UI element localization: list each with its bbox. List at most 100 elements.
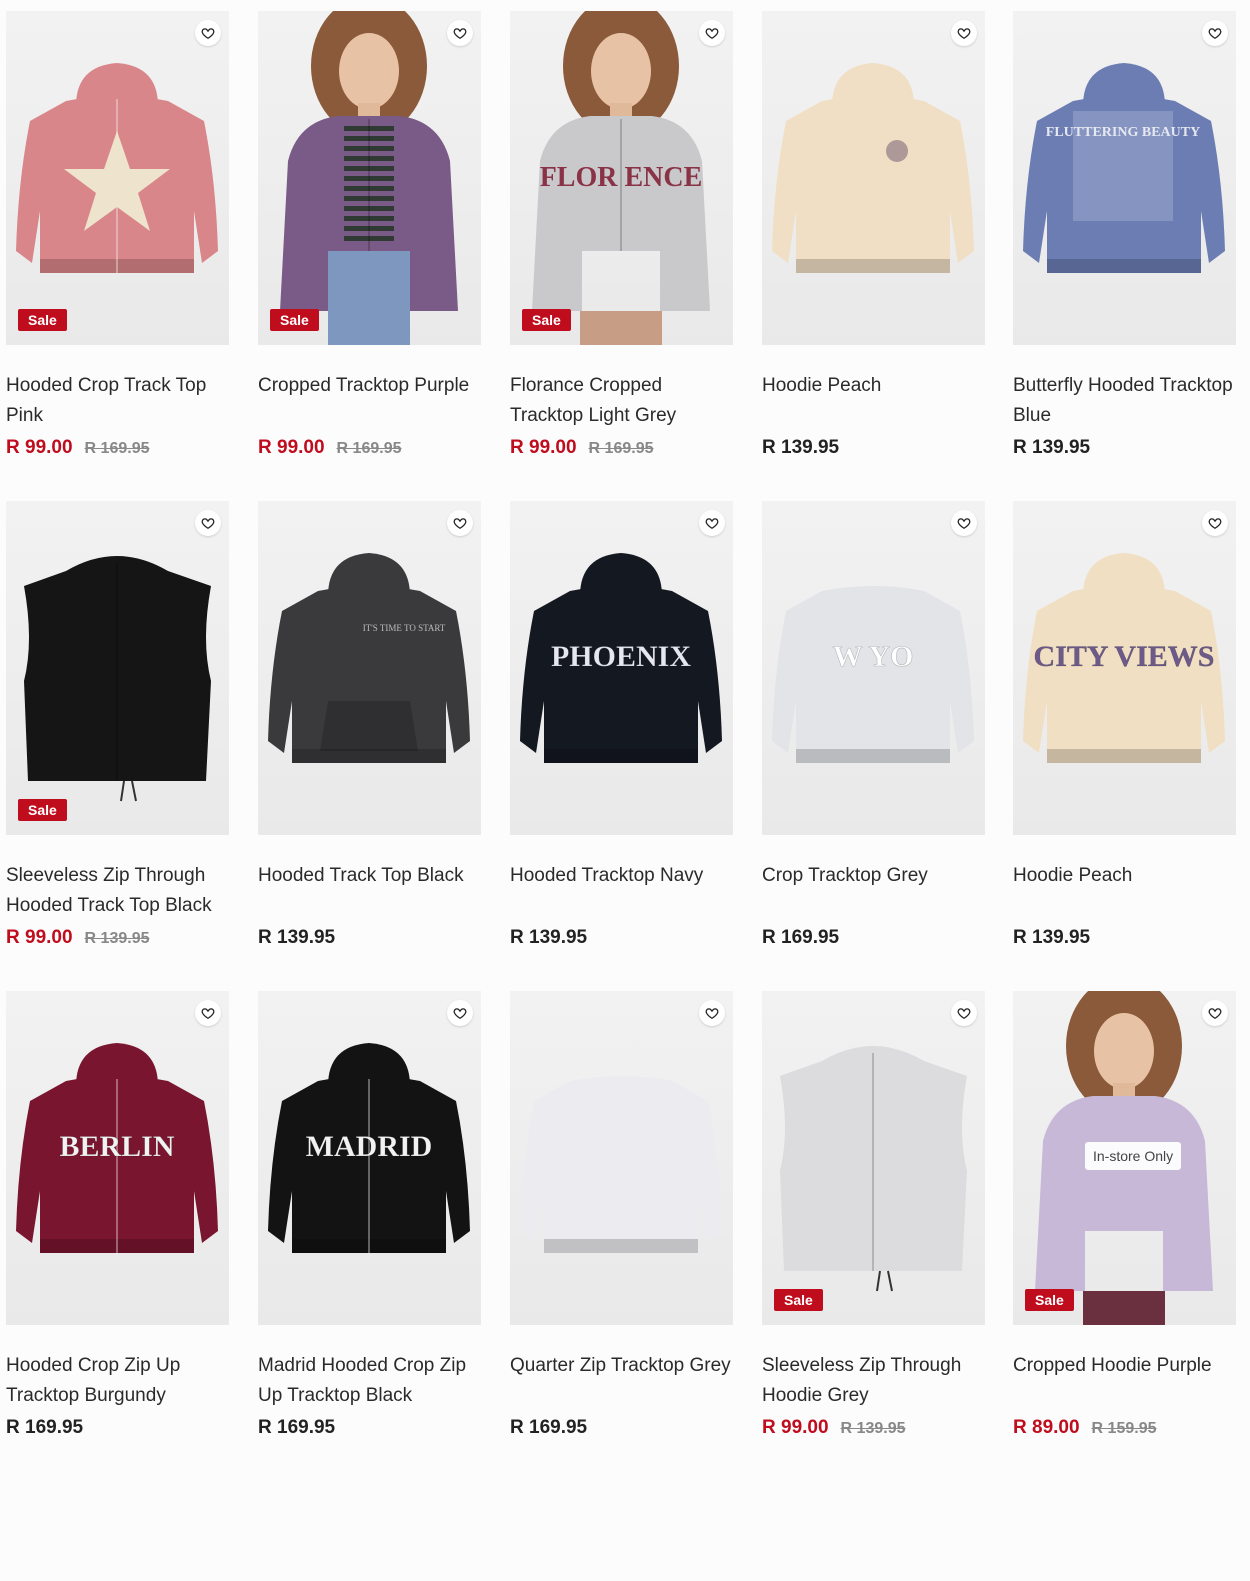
- product-title[interactable]: Sleeveless Zip Through Hoodie Grey: [762, 1351, 985, 1411]
- wishlist-button[interactable]: [1202, 20, 1228, 46]
- wishlist-button[interactable]: [699, 510, 725, 536]
- product-garment-graphic: PHOENIX: [520, 553, 722, 763]
- garment-body: [1035, 1096, 1213, 1291]
- original-price: R 169.95: [588, 440, 654, 457]
- garment-hem: [1047, 749, 1201, 763]
- original-price: R 139.95: [840, 1420, 906, 1437]
- product-image[interactable]: Sale: [6, 501, 229, 835]
- wishlist-button[interactable]: [195, 20, 221, 46]
- heart-icon: [957, 518, 971, 530]
- sale-badge: Sale: [522, 309, 571, 331]
- model-face: [339, 33, 399, 109]
- trousers: [580, 311, 662, 345]
- product-image[interactable]: CITY VIEWS: [1013, 501, 1236, 835]
- product-title[interactable]: Butterfly Hooded Tracktop Blue: [1013, 371, 1236, 431]
- product-title[interactable]: Hoodie Peach: [762, 371, 985, 431]
- product-title[interactable]: Hooded Tracktop Navy: [510, 861, 733, 921]
- product-title[interactable]: Sleeveless Zip Through Hooded Track Top …: [6, 861, 229, 921]
- current-price: R 169.95: [6, 1417, 84, 1438]
- product-garment-graphic: W YO: [772, 586, 974, 763]
- product-prices: R 139.95: [258, 927, 481, 951]
- product-image[interactable]: In-store Only Sale: [1013, 991, 1236, 1325]
- original-price: R 169.95: [336, 440, 402, 457]
- product-image[interactable]: Sale: [6, 11, 229, 345]
- heart-icon: [201, 1008, 215, 1020]
- wishlist-button[interactable]: [699, 1000, 725, 1026]
- garment-body: [1023, 586, 1225, 763]
- product-garment-graphic: [16, 63, 218, 273]
- product-prices: R 169.95: [510, 1417, 733, 1441]
- product-card[interactable]: W YO Crop Tracktop Grey R 169.95: [762, 501, 985, 951]
- product-prices: R 99.00 R 139.95: [762, 1417, 985, 1441]
- product-card[interactable]: FLOR ENCE Sale Florance Cropped Tracktop L…: [510, 11, 733, 461]
- garment-hem: [1047, 259, 1201, 273]
- current-price: R 99.00: [762, 1417, 829, 1438]
- wishlist-button[interactable]: [195, 510, 221, 536]
- wishlist-button[interactable]: [951, 510, 977, 536]
- garment-body: [772, 586, 974, 763]
- wishlist-button[interactable]: [951, 20, 977, 46]
- wishlist-button[interactable]: [447, 20, 473, 46]
- product-garment-graphic: [520, 1076, 722, 1253]
- product-image[interactable]: MADRID: [258, 991, 481, 1325]
- product-card[interactable]: IT'S TIME TO START Hooded Track Top Black…: [258, 501, 481, 951]
- product-prices: R 139.95: [1013, 437, 1236, 461]
- product-title[interactable]: Hooded Crop Zip Up Tracktop Burgundy: [6, 1351, 229, 1411]
- product-card[interactable]: PHOENIX Hooded Tracktop Navy R 139.95: [510, 501, 733, 951]
- product-card[interactable]: FLUTTERING BEAUTY Butterfly Hooded Trackt…: [1013, 11, 1236, 461]
- garment-print: BERLIN: [59, 1130, 174, 1163]
- product-title[interactable]: Hoodie Peach: [1013, 861, 1236, 921]
- product-title[interactable]: Florance Cropped Tracktop Light Grey: [510, 371, 733, 431]
- wishlist-button[interactable]: [699, 20, 725, 46]
- product-image[interactable]: FLUTTERING BEAUTY: [1013, 11, 1236, 345]
- current-price: R 99.00: [510, 437, 577, 458]
- product-garment-graphic: BERLIN: [16, 1043, 218, 1253]
- product-title[interactable]: Cropped Tracktop Purple: [258, 371, 481, 431]
- product-title[interactable]: Hooded Crop Track Top Pink: [6, 371, 229, 431]
- product-image[interactable]: Sale: [258, 11, 481, 345]
- garment-body: [520, 586, 722, 763]
- product-card[interactable]: MADRID Madrid Hooded Crop Zip Up Tracktop…: [258, 991, 481, 1441]
- product-title[interactable]: Hooded Track Top Black: [258, 861, 481, 921]
- wishlist-button[interactable]: [447, 1000, 473, 1026]
- product-garment-graphic: FLUTTERING BEAUTY: [1023, 63, 1225, 273]
- wishlist-button[interactable]: [951, 1000, 977, 1026]
- product-card[interactable]: BERLIN Hooded Crop Zip Up Tracktop Burgun…: [6, 991, 229, 1441]
- wishlist-button[interactable]: [447, 510, 473, 536]
- product-image[interactable]: W YO: [762, 501, 985, 835]
- product-title[interactable]: Quarter Zip Tracktop Grey: [510, 1351, 733, 1411]
- product-card[interactable]: Sale Sleeveless Zip Through Hooded Track …: [6, 501, 229, 951]
- heart-icon: [705, 518, 719, 530]
- product-prices: R 89.00 R 159.95: [1013, 1417, 1236, 1441]
- wishlist-button[interactable]: [1202, 510, 1228, 536]
- current-price: R 89.00: [1013, 1417, 1080, 1438]
- current-price: R 169.95: [510, 1417, 588, 1438]
- product-card[interactable]: Sale Sleeveless Zip Through Hoodie Grey R …: [762, 991, 985, 1441]
- product-title[interactable]: Madrid Hooded Crop Zip Up Tracktop Black: [258, 1351, 481, 1411]
- product-card[interactable]: Sale Hooded Crop Track Top Pink R 99.00 R 1…: [6, 11, 229, 461]
- product-card[interactable]: Quarter Zip Tracktop Grey R 169.95: [510, 991, 733, 1441]
- product-image[interactable]: IT'S TIME TO START: [258, 501, 481, 835]
- product-garment-graphic: [772, 63, 974, 273]
- product-image[interactable]: FLOR ENCE Sale: [510, 11, 733, 345]
- product-card[interactable]: CITY VIEWS Hoodie Peach R 139.95: [1013, 501, 1236, 951]
- product-image[interactable]: Sale: [762, 991, 985, 1325]
- product-title[interactable]: Cropped Hoodie Purple: [1013, 1351, 1236, 1411]
- sale-badge: Sale: [18, 799, 67, 821]
- product-card[interactable]: Sale Cropped Tracktop Purple R 99.00 R 169.…: [258, 11, 481, 461]
- product-title[interactable]: Crop Tracktop Grey: [762, 861, 985, 921]
- product-card[interactable]: In-store Only Sale Cropped Hoodie Purple R …: [1013, 991, 1236, 1441]
- current-price: R 99.00: [6, 927, 73, 948]
- current-price: R 99.00: [258, 437, 325, 458]
- product-card[interactable]: Hoodie Peach R 139.95: [762, 11, 985, 461]
- product-image[interactable]: PHOENIX: [510, 501, 733, 835]
- wishlist-button[interactable]: [1202, 1000, 1228, 1026]
- product-image[interactable]: [510, 991, 733, 1325]
- product-image[interactable]: [762, 11, 985, 345]
- trousers: [1083, 1291, 1165, 1325]
- product-garment-graphic: [280, 11, 458, 345]
- garment-print: MADRID: [306, 1130, 433, 1163]
- wishlist-button[interactable]: [195, 1000, 221, 1026]
- product-image[interactable]: BERLIN: [6, 991, 229, 1325]
- jeans: [328, 251, 410, 345]
